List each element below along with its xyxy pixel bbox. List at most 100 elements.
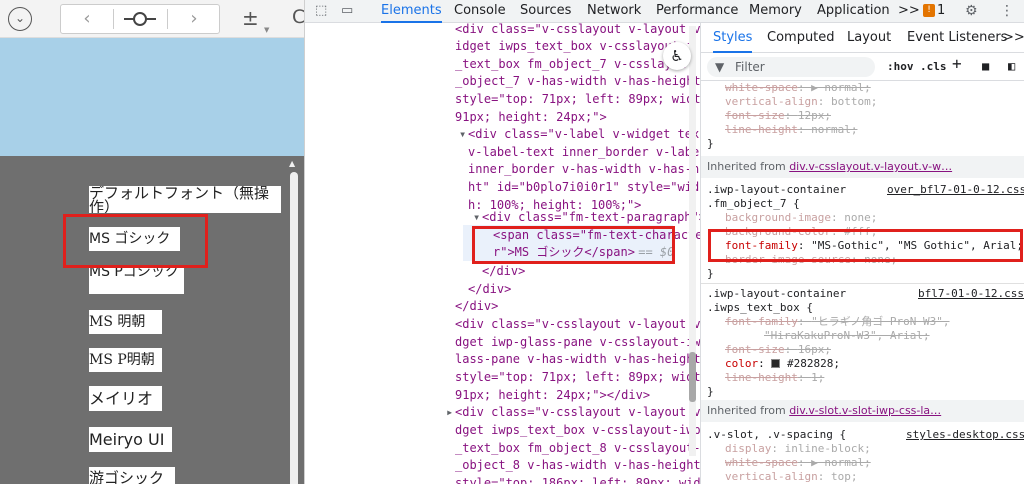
- filter-icon: ▼: [715, 60, 725, 74]
- sidebar-toggle-icon[interactable]: ◧: [1008, 59, 1015, 73]
- rule-selector[interactable]: .iwp-layout-container: [707, 183, 846, 197]
- code-line[interactable]: <div class="v-csslayout v-layout v-wi: [455, 316, 700, 334]
- collapsed-triangle-icon[interactable]: ▸: [446, 404, 453, 422]
- css-property[interactable]: vertical-align: bottom;: [725, 95, 877, 109]
- code-line[interactable]: <div class="v-csslayout v-layout v-wi: [455, 404, 700, 422]
- css-property-font-family[interactable]: font-family: "MS-Gothic", "MS Gothic", A…: [725, 239, 1023, 253]
- tab-layout[interactable]: Layout: [847, 23, 891, 53]
- device-toggle-icon[interactable]: ▭: [341, 0, 353, 22]
- font-item-meiryo[interactable]: メイリオ: [89, 386, 162, 411]
- code-line: v-label-text inner_border v-label-: [468, 145, 700, 159]
- css-property[interactable]: line-height: 1;: [725, 371, 824, 385]
- issues-flag-icon[interactable]: !: [923, 4, 935, 17]
- caret-down-icon[interactable]: ▼: [264, 26, 269, 34]
- tab-event-listeners[interactable]: Event Listeners: [907, 23, 1007, 53]
- hov-toggle[interactable]: :hov: [887, 60, 914, 74]
- elements-scrollbar-thumb[interactable]: [689, 352, 696, 402]
- screen: ⌄ ‹ › ± ▼ C ▲ デフォルトフォント（無操作） MS ゴシック MS …: [0, 0, 1024, 484]
- accessibility-icon[interactable]: ♿: [663, 42, 691, 70]
- code-line: 91px; height: 24px;">: [455, 110, 607, 124]
- expand-triangle-icon[interactable]: ▾: [459, 126, 466, 144]
- font-panel-scrollbar[interactable]: [290, 172, 298, 484]
- code-line: _text_box fm_object_8 v-csslayout-fm: [455, 441, 700, 455]
- css-property-continuation: "HiraKakuProN-W3", Arial;: [764, 329, 930, 342]
- chevron-left-icon[interactable]: ‹: [61, 5, 113, 33]
- chevron-down-circle-icon[interactable]: ⌄: [8, 7, 32, 31]
- cut-off-icon[interactable]: C: [292, 6, 304, 28]
- cls-toggle[interactable]: .cls: [920, 60, 947, 74]
- inherited-selector-link[interactable]: div.v-csslayout.v-layout.v-w…: [789, 160, 952, 173]
- css-property[interactable]: font-size: 16px;: [725, 343, 831, 357]
- code-line[interactable]: </div>: [468, 281, 511, 299]
- css-property[interactable]: vertical-align: top;: [725, 470, 857, 484]
- font-item-ms-pgothic[interactable]: MS Pゴシック: [89, 265, 184, 294]
- font-item-yu-gothic[interactable]: 游ゴシック: [89, 467, 175, 484]
- css-property[interactable]: white-space: ▶ normal;: [725, 456, 871, 470]
- css-property[interactable]: font-size: 12px;: [725, 109, 831, 123]
- expand-triangle-icon[interactable]: ▾: [473, 209, 480, 227]
- rule-selector[interactable]: .fm_object_7 {: [707, 197, 800, 211]
- css-property[interactable]: display: inline-block;: [725, 442, 871, 456]
- tab-styles[interactable]: Styles: [713, 23, 753, 53]
- css-property[interactable]: white-space: ▶ normal;: [725, 81, 871, 95]
- rule-selector[interactable]: .iwp-layout-container: [707, 287, 846, 301]
- font-item-meiryo-ui[interactable]: Meiryo UI: [89, 427, 172, 452]
- css-property[interactable]: background-image: none;: [725, 211, 877, 225]
- scroll-up-icon[interactable]: ▲: [289, 159, 295, 168]
- code-line: style="top: 71px; left: 89px; width:: [455, 92, 700, 106]
- tab-performance[interactable]: Performance: [656, 0, 738, 23]
- code-line: _text_box fm_object_7 v-csslayou: [455, 57, 687, 71]
- seek-slider[interactable]: [114, 5, 166, 33]
- css-property[interactable]: color: #282828;: [725, 357, 840, 371]
- code-line: 91px; height: 24px;"></div>: [455, 388, 651, 402]
- styles-tabs: Styles Computed Layout Event Listeners >…: [701, 23, 1024, 53]
- issues-count[interactable]: 1: [937, 0, 945, 22]
- css-property[interactable]: border-image-source: none;: [725, 253, 897, 267]
- font-item-default[interactable]: デフォルトフォント（無操作）: [89, 186, 281, 213]
- tab-application[interactable]: Application: [817, 0, 890, 23]
- tab-console[interactable]: Console: [454, 0, 506, 23]
- tab-computed[interactable]: Computed: [767, 23, 835, 53]
- filter-placeholder: Filter: [735, 60, 765, 74]
- tab-network[interactable]: Network: [587, 0, 641, 23]
- rule-source-link[interactable]: styles-desktop.css:: [906, 428, 1024, 442]
- rule-close-brace: }: [707, 137, 714, 150]
- css-property[interactable]: font-family: "ヒラギノ角ゴ ProN W3",: [725, 315, 950, 329]
- devtools-toolbar: ⬚ ▭ Elements Console Sources Network Per…: [305, 0, 1024, 23]
- code-line[interactable]: <span class="fm-text-characte: [493, 227, 700, 245]
- css-property[interactable]: background-color: #fff;: [725, 225, 877, 239]
- rule-close-brace: }: [707, 267, 714, 280]
- rule-selector[interactable]: .iwps_text_box {: [707, 301, 813, 315]
- tab-memory[interactable]: Memory: [749, 0, 802, 23]
- tab-elements[interactable]: Elements: [381, 0, 442, 23]
- code-line[interactable]: r">MS ゴシック</span>: [493, 244, 635, 262]
- new-rule-icon[interactable]: +: [952, 56, 962, 72]
- rule-divider: [701, 283, 1024, 284]
- more-tabs-icon[interactable]: >>: [898, 0, 920, 23]
- font-item-ms-mincho[interactable]: MS 明朝: [89, 310, 162, 334]
- kebab-menu-icon[interactable]: ⋮: [1000, 0, 1014, 22]
- tab-sources[interactable]: Sources: [520, 0, 571, 23]
- code-line[interactable]: <div class="fm-text-paragraph">: [482, 209, 700, 227]
- rule-source-link[interactable]: bfl7-01-0-12.css:: [918, 287, 1024, 301]
- css-property[interactable]: line-height: normal;: [725, 123, 857, 137]
- code-line[interactable]: </div>: [455, 298, 498, 316]
- header-banner: [0, 38, 304, 156]
- rule-source-link[interactable]: over_bfl7-01-0-12.css:: [887, 183, 1024, 197]
- filter-input[interactable]: ▼ Filter: [707, 57, 875, 77]
- styles-panel: Styles Computed Layout Event Listeners >…: [701, 23, 1024, 484]
- chevron-right-icon[interactable]: ›: [168, 5, 220, 33]
- inspect-element-icon[interactable]: ⬚: [315, 0, 327, 22]
- rule-selector[interactable]: .v-slot, .v-spacing {: [707, 428, 846, 442]
- plus-minus-icon[interactable]: ±: [242, 6, 259, 30]
- gear-icon[interactable]: ⚙: [965, 0, 978, 22]
- font-item-ms-pmincho[interactable]: MS P明朝: [89, 348, 162, 372]
- paint-brush-icon[interactable]: ■: [982, 59, 989, 73]
- code-line[interactable]: <div class="v-csslayout v-layout v-w: [455, 23, 700, 39]
- font-item-ms-gothic[interactable]: MS ゴシック: [89, 227, 180, 251]
- more-tabs-icon[interactable]: >>: [1003, 23, 1024, 53]
- inherited-selector-link[interactable]: div.v-slot.v-slot-iwp-css-la…: [789, 404, 941, 417]
- code-line[interactable]: </div>: [482, 263, 525, 281]
- code-line[interactable]: <div class="v-label v-widget text: [468, 126, 700, 144]
- slider-knob-icon[interactable]: [124, 12, 156, 26]
